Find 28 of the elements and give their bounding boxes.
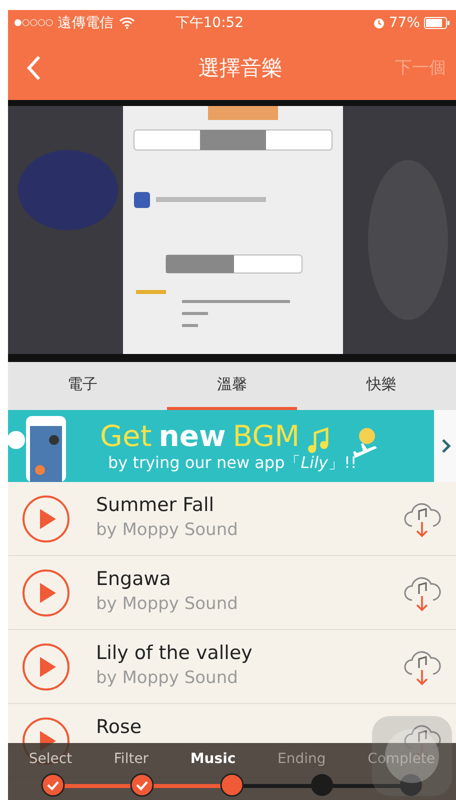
banner-headline: Get (100, 418, 152, 452)
chevron-right-icon[interactable] (441, 438, 451, 454)
step-label: Music (190, 751, 236, 767)
track-title: Lily of the valley (96, 642, 254, 664)
banner-headline: new (158, 418, 226, 452)
banner-subline: by trying our new app「Lily」!! (108, 452, 357, 474)
track-title: Rose (96, 716, 143, 738)
step-label: Filter (114, 751, 149, 767)
track-title: Engawa (96, 568, 172, 590)
track-title: Summer Fall (96, 494, 216, 516)
battery-percent: 77% (388, 14, 420, 30)
carrier-name: 遠傳電信 (57, 14, 114, 32)
track-artist: by Moppy Sound (96, 520, 239, 540)
step-label: Ending (278, 751, 326, 767)
category-tab[interactable]: 電子 (18, 362, 148, 410)
clock-time: 下午10:52 (175, 14, 245, 32)
wifi-icon (119, 16, 136, 28)
back-icon[interactable] (26, 54, 42, 80)
category-tab[interactable]: 快樂 (316, 362, 446, 410)
track-artist: by Moppy Sound (96, 594, 239, 614)
signal-strength: ●○○○○ (14, 18, 54, 28)
step-label: Complete (368, 751, 436, 767)
screen-title: 選擇音樂 (198, 54, 284, 82)
banner-headline: BGM (232, 418, 300, 452)
step-label: Select (28, 751, 72, 767)
battery-icon (424, 16, 450, 28)
track-artist: by Moppy Sound (96, 668, 239, 688)
alarm-icon (372, 16, 385, 28)
